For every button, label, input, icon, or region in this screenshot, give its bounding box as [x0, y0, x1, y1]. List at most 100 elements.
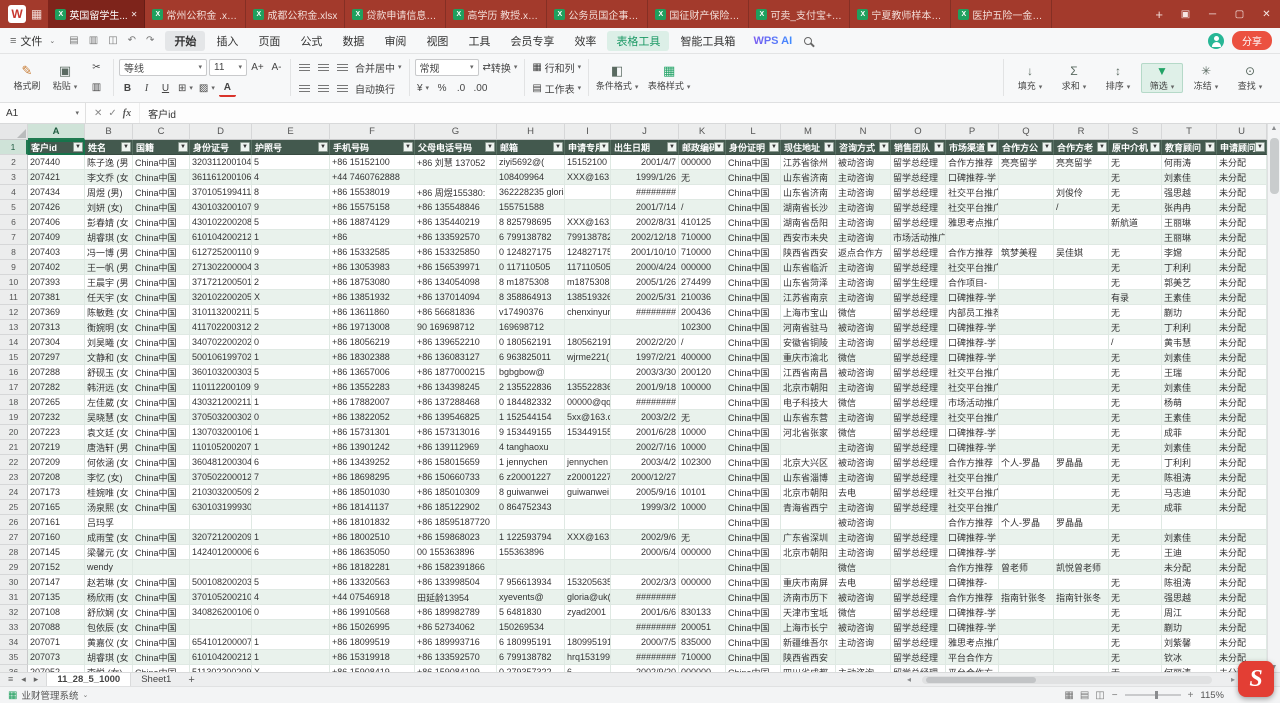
row-header-23[interactable]: 23	[0, 470, 28, 485]
cell-R10[interactable]	[1054, 275, 1109, 290]
cell-K2[interactable]: 000000	[679, 155, 726, 170]
bold-button[interactable]: B	[119, 80, 136, 97]
cell-P19[interactable]: 社交平台推广	[946, 410, 999, 425]
cell-T7[interactable]: 王丽琳	[1162, 230, 1217, 245]
zoom-level[interactable]: 115%	[1200, 690, 1224, 701]
cell-C4[interactable]: China中国	[133, 185, 190, 200]
cell-P12[interactable]: 内部员工推荐	[946, 305, 999, 320]
cell-N34[interactable]: 主动咨询	[836, 635, 891, 650]
cell-J8[interactable]: 2001/10/10	[611, 245, 679, 260]
cell-T32[interactable]: 周江	[1162, 605, 1217, 620]
cell-P31[interactable]: 合作方推荐	[946, 590, 999, 605]
cell-N27[interactable]: 主动咨询	[836, 530, 891, 545]
row-header-12[interactable]: 12	[0, 305, 28, 320]
cell-E16[interactable]: 5	[252, 365, 330, 380]
cell-D23[interactable]: 37050220001227204	[190, 470, 252, 485]
cell-O21[interactable]: 留学总经理	[891, 440, 946, 455]
avatar[interactable]	[1208, 33, 1224, 49]
cell-D25[interactable]: 63010319993020823	[190, 500, 252, 515]
cell-K12[interactable]: 200436	[679, 305, 726, 320]
cell-G7[interactable]: +86 133592570	[415, 230, 497, 245]
cell-D2[interactable]: 32031120010407791	[190, 155, 252, 170]
filter-button[interactable]: ▼	[485, 142, 495, 152]
cell-C33[interactable]: China中国	[133, 620, 190, 635]
cell-A3[interactable]: 207421	[28, 170, 85, 185]
cell-D21[interactable]: 11010520020716545	[190, 440, 252, 455]
cell-A6[interactable]: 207406	[28, 215, 85, 230]
header-cell-G1[interactable]: 父母电话号码▼	[415, 140, 497, 155]
cell-B5[interactable]: 刘妍 (女)	[85, 200, 133, 215]
file-tab[interactable]: X贷款申请信息.xlsx	[345, 0, 446, 28]
cell-N8[interactable]: 返点合作方	[836, 245, 891, 260]
header-cell-R1[interactable]: 合作方老▼	[1054, 140, 1109, 155]
row-header-26[interactable]: 26	[0, 515, 28, 530]
cell-O20[interactable]: 留学总经理	[891, 425, 946, 440]
cell-F3[interactable]: +44 7460762888	[330, 170, 415, 185]
column-header-Q[interactable]: Q	[999, 124, 1054, 140]
cell-A25[interactable]: 207165	[28, 500, 85, 515]
share-button[interactable]: 分享	[1232, 31, 1272, 50]
cell-R2[interactable]: 亮亮留学	[1054, 155, 1109, 170]
copy-button[interactable]: ▥	[88, 79, 105, 96]
cell-U20[interactable]: 未分配	[1217, 425, 1267, 440]
currency-button[interactable]: ¥▾	[415, 80, 432, 97]
cell-J33[interactable]: ########	[611, 620, 679, 635]
row-header-13[interactable]: 13	[0, 320, 28, 335]
column-header-O[interactable]: O	[891, 124, 946, 140]
cell-M4[interactable]: 山东省济南	[781, 185, 836, 200]
cell-K33[interactable]: 200051	[679, 620, 726, 635]
cell-B24[interactable]: 桂婉唯 (女	[85, 485, 133, 500]
cell-L24[interactable]: China中国	[726, 485, 781, 500]
cell-M18[interactable]: 电子科技大	[781, 395, 836, 410]
cell-K24[interactable]: 10101	[679, 485, 726, 500]
rows-cols-button[interactable]: ▦ 行和列▾	[530, 59, 583, 76]
cell-M27[interactable]: 广东省深圳	[781, 530, 836, 545]
file-tab[interactable]: X宁夏教师样本.xlsx	[850, 0, 951, 28]
cell-F10[interactable]: +86 18753080	[330, 275, 415, 290]
cell-C12[interactable]: China中国	[133, 305, 190, 320]
cell-T20[interactable]: 成菲	[1162, 425, 1217, 440]
cell-L23[interactable]: China中国	[726, 470, 781, 485]
cell-E2[interactable]: 5	[252, 155, 330, 170]
cell-H19[interactable]: 1 152544154	[497, 410, 565, 425]
cell-A16[interactable]: 207288	[28, 365, 85, 380]
cell-A18[interactable]: 207265	[28, 395, 85, 410]
cell-N32[interactable]: 微信	[836, 605, 891, 620]
cell-M28[interactable]: 北京市朝阳	[781, 545, 836, 560]
cell-I35[interactable]: hrq153199	[565, 650, 611, 665]
cell-M20[interactable]: 河北省张家	[781, 425, 836, 440]
cell-E26[interactable]	[252, 515, 330, 530]
header-cell-L1[interactable]: 身份证明▼	[726, 140, 781, 155]
cell-K9[interactable]: 000000	[679, 260, 726, 275]
file-tab[interactable]: X公务员国企事业单...	[547, 0, 648, 28]
cell-K28[interactable]: 000000	[679, 545, 726, 560]
menu-tab[interactable]: 插入	[207, 31, 247, 51]
row-header-25[interactable]: 25	[0, 500, 28, 515]
cell-H8[interactable]: 0 124827175	[497, 245, 565, 260]
cell-L35[interactable]: China中国	[726, 650, 781, 665]
row-header-1[interactable]: 1	[0, 140, 28, 155]
cell-P3[interactable]: 口碑推荐-学	[946, 170, 999, 185]
cell-Q34[interactable]	[999, 635, 1054, 650]
cell-U32[interactable]: 未分配	[1217, 605, 1267, 620]
cell-A9[interactable]: 207402	[28, 260, 85, 275]
cell-U9[interactable]: 未分配	[1217, 260, 1267, 275]
cell-U21[interactable]: 未分配	[1217, 440, 1267, 455]
cell-F13[interactable]: +86 19713008	[330, 320, 415, 335]
cell-I14[interactable]: 180562191	[565, 335, 611, 350]
cell-H35[interactable]: 6 799138782	[497, 650, 565, 665]
cell-B34[interactable]: 黄嘉仪 (女	[85, 635, 133, 650]
cell-A21[interactable]: 207219	[28, 440, 85, 455]
cell-U24[interactable]: 未分配	[1217, 485, 1267, 500]
cell-P33[interactable]: 口碑推荐-学	[946, 620, 999, 635]
cell-J12[interactable]: ########	[611, 305, 679, 320]
cell-I2[interactable]: 15152100	[565, 155, 611, 170]
row-header-3[interactable]: 3	[0, 170, 28, 185]
cell-O32[interactable]: 留学总经理	[891, 605, 946, 620]
cell-I29[interactable]	[565, 560, 611, 575]
cell-D14[interactable]: 34070220020220252	[190, 335, 252, 350]
cell-E24[interactable]: 2	[252, 485, 330, 500]
menu-tab[interactable]: 表格工具	[607, 31, 669, 51]
cell-L33[interactable]: China中国	[726, 620, 781, 635]
cell-K30[interactable]: 000000	[679, 575, 726, 590]
